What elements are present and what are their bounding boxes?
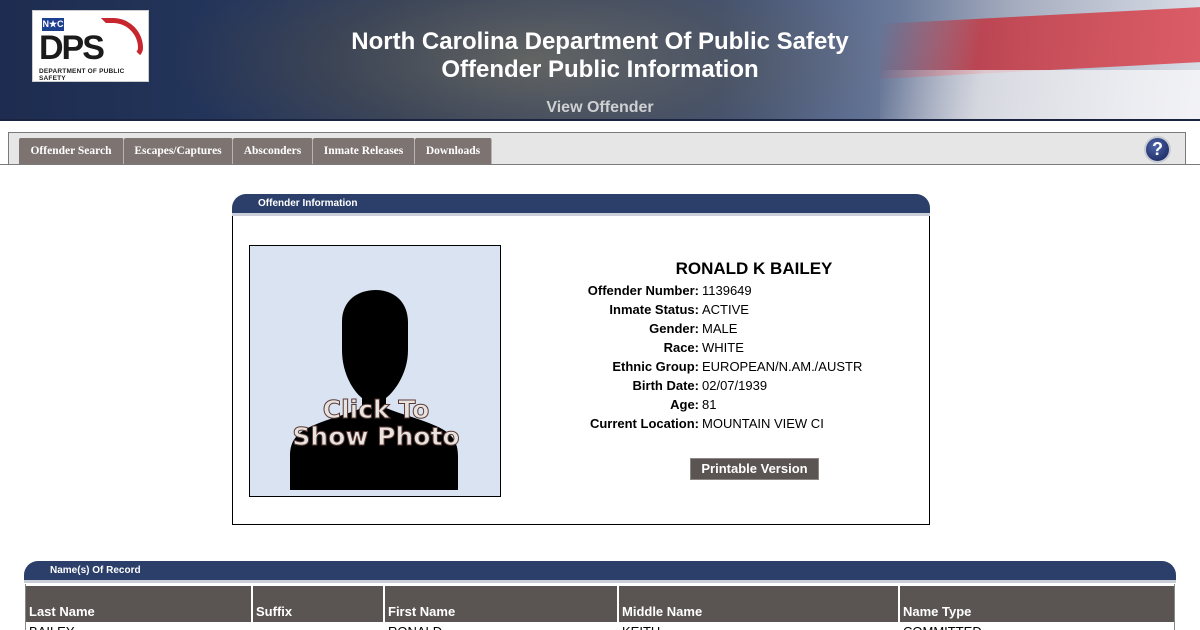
dps-logo[interactable]: N★C DPS DEPARTMENT OF PUBLIC SAFETY [32,10,149,82]
column-header-first-name[interactable]: First Name [385,586,619,622]
field-value: EUROPEAN/N.AM./AUSTR [702,359,863,374]
offender-info-header: Offender Information [232,194,930,216]
page-title-line1: North Carolina Department Of Public Safe… [351,28,849,55]
logo-swoosh-icon [101,18,143,58]
nav-bar: Offender Search Escapes/Captures Abscond… [8,132,1186,165]
field-row-age: Age: 81 [518,397,918,416]
names-of-record-heading: Name(s) Of Record [50,565,141,576]
field-row-inmate-status: Inmate Status: ACTIVE [518,302,918,321]
field-row-birth-date: Birth Date: 02/07/1939 [518,378,918,397]
field-row-race: Race: WHITE [518,340,918,359]
field-label: Age: [670,397,699,412]
tab-absconders[interactable]: Absconders [233,138,313,164]
field-value: MOUNTAIN VIEW CI [702,416,824,431]
tab-inmate-releases[interactable]: Inmate Releases [313,138,415,164]
field-value: MALE [702,321,738,336]
field-label: Birth Date: [632,378,699,393]
field-value: WHITE [702,340,744,355]
field-label: Gender: [649,321,699,336]
field-row-current-location: Current Location: MOUNTAIN VIEW CI [518,416,918,435]
page-title-line2: Offender Public Information [441,56,759,83]
field-value: 02/07/1939 [702,378,768,393]
table-cell-last-name: BAILEY [26,622,253,630]
table-cell-suffix [253,622,385,630]
tab-downloads[interactable]: Downloads [415,138,492,164]
logo-caption: DEPARTMENT OF PUBLIC SAFETY [39,68,125,82]
offender-info-heading: Offender Information [258,198,358,209]
table-cell-first-name: RONALD [385,622,619,630]
column-header-name-type[interactable]: Name Type [900,586,1174,622]
names-of-record-header: Name(s) Of Record [24,561,1176,583]
help-icon[interactable]: ? [1144,136,1171,163]
photo-caption-line1: Click To [323,395,430,424]
offender-name: RONALD K BAILEY [675,259,833,278]
field-label: Race: [663,340,699,355]
field-label: Offender Number: [587,283,699,298]
table-cell-name-type: COMMITTED [900,622,1174,630]
photo-caption-line2: Show Photo [292,422,459,451]
tab-offender-search[interactable]: Offender Search [19,138,124,164]
column-header-middle-name[interactable]: Middle Name [619,586,900,622]
field-value: 1139649 [702,283,752,298]
page-subtitle: View Offender [546,99,654,116]
column-header-last-name[interactable]: Last Name [26,586,253,622]
silhouette-icon: Click To Show Photo [290,290,460,490]
header-banner: N★C DPS DEPARTMENT OF PUBLIC SAFETY Nort… [0,0,1200,121]
field-label: Current Location: [589,416,699,431]
table-cell-middle-name: KEITH [619,622,900,630]
tab-escapes-captures[interactable]: Escapes/Captures [124,138,233,164]
field-row-offender-number: Offender Number: 1139649 [518,283,918,302]
field-value: ACTIVE [702,302,749,317]
logo-wordmark: DPS [39,29,105,67]
field-row-gender: Gender: MALE [518,321,918,340]
names-of-record-table: Last Name Suffix First Name Middle Name … [25,584,1175,630]
printable-version-button[interactable]: Printable Version [690,458,819,480]
field-value: 81 [702,397,717,412]
nav-divider [0,164,1200,165]
column-header-suffix[interactable]: Suffix [253,586,385,622]
field-row-ethnic-group: Ethnic Group: EUROPEAN/N.AM./AUSTR [518,359,918,378]
field-label: Inmate Status: [609,302,699,317]
field-label: Ethnic Group: [612,359,699,374]
offender-photo-placeholder[interactable]: Click To Show Photo [249,245,501,497]
